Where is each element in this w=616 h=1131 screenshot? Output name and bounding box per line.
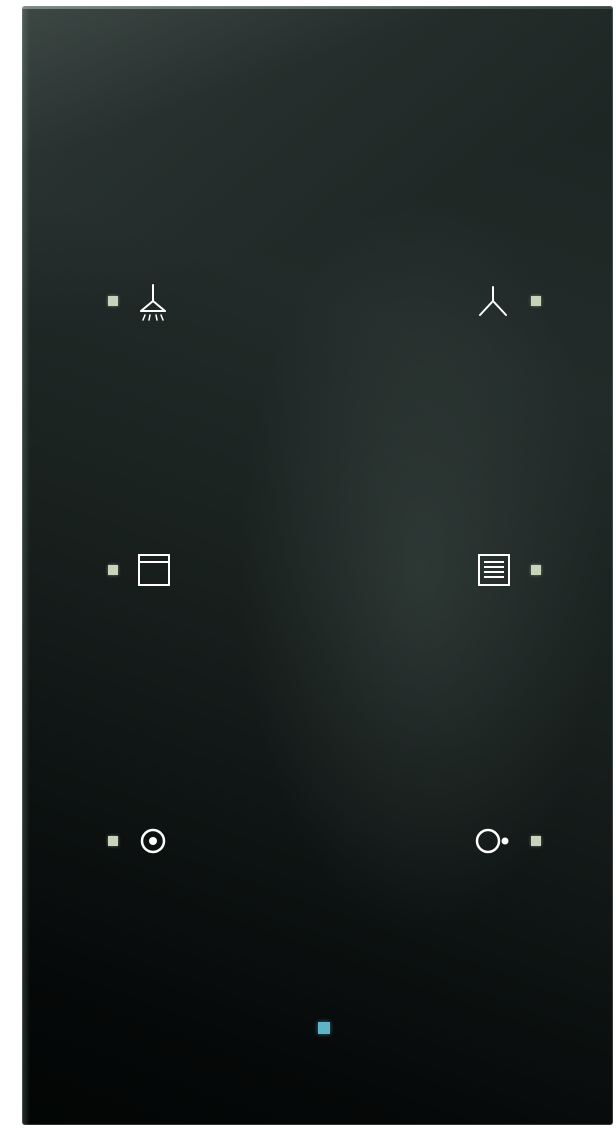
button-middle-left[interactable] xyxy=(100,550,180,595)
button-bottom-left[interactable] xyxy=(100,822,180,862)
ceiling-light-dimming-icon xyxy=(140,284,166,321)
panel-edge xyxy=(22,6,613,9)
indicator-led xyxy=(108,565,118,575)
button-bottom-right[interactable] xyxy=(472,822,552,862)
indicator-led xyxy=(108,296,118,306)
button-top-left[interactable] xyxy=(100,280,180,330)
scene-off-icon xyxy=(475,828,509,854)
blind-down-icon xyxy=(478,554,510,586)
indicator-led xyxy=(531,296,541,306)
blind-up-icon xyxy=(138,554,170,586)
status-led xyxy=(318,1022,330,1034)
panel-edge xyxy=(22,6,30,1125)
button-top-right[interactable] xyxy=(472,280,552,330)
ceiling-light-icon xyxy=(479,286,507,316)
indicator-led xyxy=(108,836,118,846)
indicator-led xyxy=(531,565,541,575)
button-middle-right[interactable] xyxy=(472,550,552,595)
indicator-led xyxy=(531,836,541,846)
scene-on-icon xyxy=(140,828,166,854)
